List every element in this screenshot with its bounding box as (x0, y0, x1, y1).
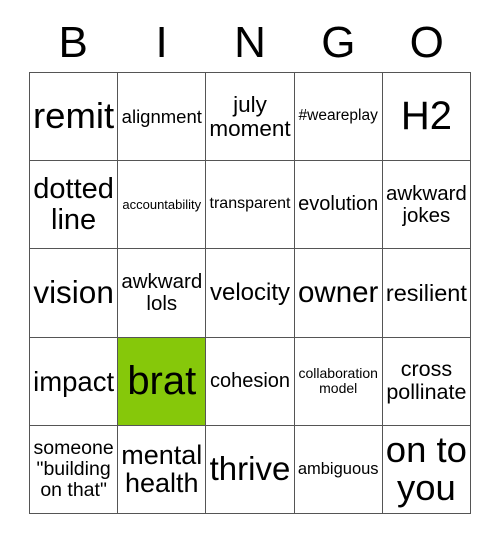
bingo-header-letter-b: B (58, 18, 88, 67)
bingo-cell[interactable]: on to you (382, 425, 471, 514)
bingo-cell[interactable]: transparent (206, 161, 295, 250)
bingo-cell[interactable]: #weareplay (294, 73, 383, 162)
bingo-cell[interactable]: alignment (118, 73, 207, 162)
bingo-cell-label: H2 (400, 94, 452, 139)
bingo-cell-label: awkward lols (121, 270, 203, 315)
bingo-cell-label: velocity (209, 279, 290, 307)
bingo-cell-label: cohesion (209, 369, 291, 392)
bingo-cell[interactable]: H2 (382, 73, 471, 162)
bingo-cell-label: awkward jokes (385, 182, 467, 227)
bingo-header-letter-g: G (321, 18, 356, 67)
bingo-cell[interactable]: cross pollinate (382, 337, 471, 426)
bingo-cell[interactable]: awkward lols (118, 249, 207, 338)
bingo-header-row: B I N G O (29, 14, 471, 72)
bingo-cell-label: alignment (121, 105, 202, 127)
bingo-grid: remit alignment july moment #weareplay H… (29, 72, 471, 514)
bingo-cell-label: collaboration model (298, 365, 378, 397)
bingo-cell-label: brat (127, 359, 197, 403)
bingo-cell-label: transparent (209, 195, 291, 213)
bingo-cell-label: remit (33, 95, 115, 137)
bingo-cell[interactable]: dotted line (30, 161, 119, 250)
bingo-header-letter-o: O (409, 18, 444, 67)
bingo-card: B I N G O remit alignment july moment #w… (0, 0, 500, 544)
bingo-cell[interactable]: evolution (294, 161, 383, 250)
bingo-cell-label: impact (33, 365, 115, 397)
bingo-cell-label: #weareplay (298, 107, 378, 125)
bingo-cell[interactable]: awkward jokes (382, 161, 471, 250)
bingo-cell[interactable]: velocity (206, 249, 295, 338)
bingo-header-letter-i: I (155, 18, 168, 67)
bingo-cell[interactable]: ambiguous (294, 425, 383, 514)
bingo-cell[interactable]: mental health (118, 425, 207, 514)
bingo-cell[interactable]: cohesion (206, 337, 295, 426)
bingo-cell[interactable]: remit (30, 73, 119, 162)
bingo-cell-label: vision (33, 274, 114, 311)
bingo-cell-label: dotted line (33, 173, 114, 236)
bingo-cell-marked[interactable]: brat (118, 337, 207, 426)
bingo-cell-label: evolution (298, 193, 379, 216)
bingo-cell[interactable]: vision (30, 249, 119, 338)
bingo-cell[interactable]: july moment (206, 73, 295, 162)
bingo-cell-label: resilient (385, 279, 467, 306)
bingo-cell-label: thrive (209, 449, 291, 487)
bingo-cell-label: mental health (121, 439, 203, 499)
bingo-cell-label: on to you (385, 428, 467, 509)
bingo-cell[interactable]: collaboration model (294, 337, 383, 426)
bingo-cell[interactable]: resilient (382, 249, 471, 338)
bingo-cell[interactable]: someone "building on that" (30, 425, 119, 514)
bingo-cell-label: cross pollinate (386, 357, 467, 405)
bingo-header-letter-n: N (234, 18, 266, 67)
bingo-cell-label: someone "building on that" (33, 437, 114, 501)
bingo-cell[interactable]: accountability (118, 161, 207, 250)
bingo-cell[interactable]: owner (294, 249, 383, 338)
bingo-cell[interactable]: impact (30, 337, 119, 426)
bingo-cell[interactable]: thrive (206, 425, 295, 514)
bingo-cell-label: owner (298, 276, 379, 310)
bingo-cell-label: ambiguous (297, 459, 379, 478)
bingo-cell-label: july moment (209, 91, 291, 141)
bingo-cell-label: accountability (122, 196, 202, 212)
